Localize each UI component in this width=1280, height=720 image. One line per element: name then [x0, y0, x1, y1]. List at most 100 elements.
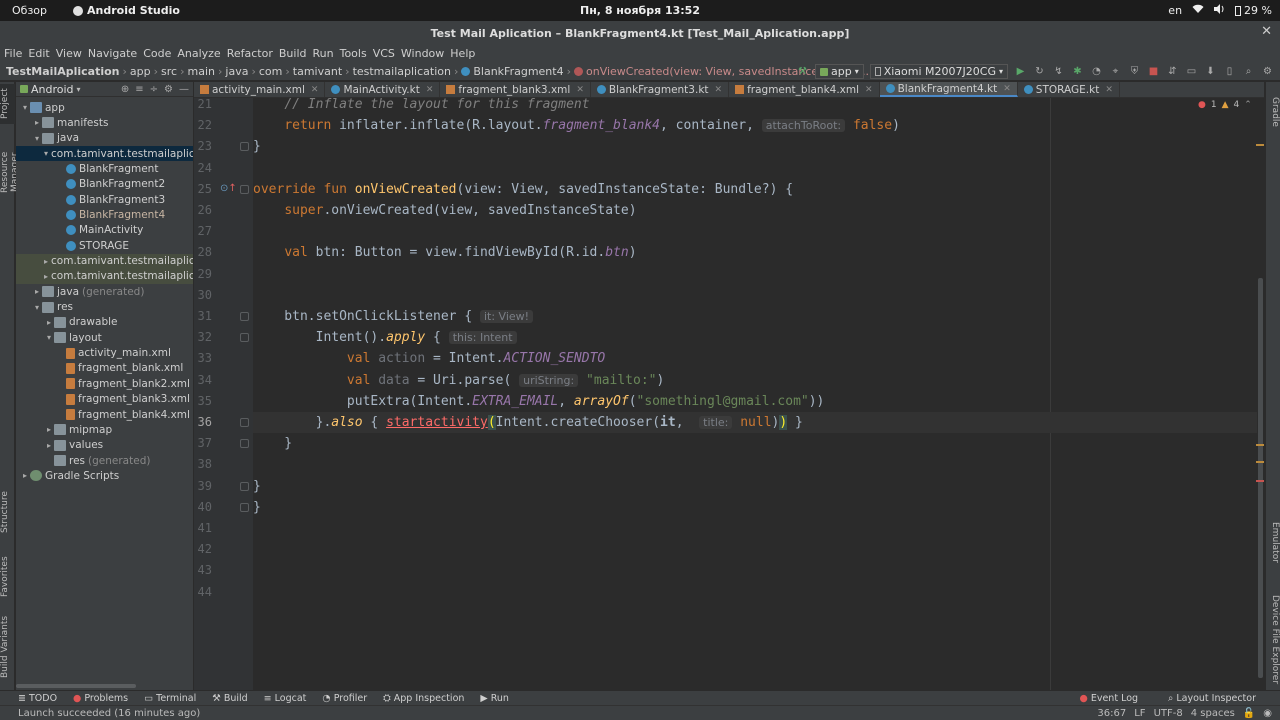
line-number[interactable]: 31 — [194, 306, 212, 327]
code-line[interactable]: } — [253, 136, 1257, 157]
emulator-side-tab[interactable]: Emulator — [1265, 512, 1280, 572]
problems-tool-button[interactable]: ● Problems — [73, 693, 128, 704]
chevron-right-icon[interactable]: ▸ — [20, 471, 30, 480]
status-message[interactable]: Launch succeeded (16 minutes ago) — [18, 708, 200, 719]
run-icon[interactable]: ▶ — [1014, 65, 1027, 78]
line-number[interactable]: 39 — [194, 476, 212, 497]
line-number[interactable]: 25 — [194, 179, 212, 200]
line-number[interactable]: 40 — [194, 497, 212, 518]
activities-overview-button[interactable]: Обзор — [0, 4, 59, 17]
tree-item[interactable]: BlankFragment4 — [16, 207, 193, 222]
code-line[interactable] — [253, 221, 1257, 242]
tree-item[interactable]: ▸ drawable — [16, 315, 193, 330]
file-encoding[interactable]: UTF-8 — [1154, 708, 1183, 719]
fold-marker[interactable] — [240, 481, 249, 491]
warning-stripe-mark[interactable] — [1256, 144, 1264, 146]
tree-item[interactable]: activity_main.xml — [16, 346, 193, 361]
chevron-down-icon[interactable]: ▾ — [32, 303, 42, 312]
line-number[interactable]: 34 — [194, 370, 212, 391]
tree-item[interactable]: ▾ app — [16, 100, 193, 115]
code-line[interactable]: } — [253, 433, 1257, 454]
sync-icon[interactable]: ⇵ — [1166, 65, 1179, 78]
menu-tools[interactable]: Tools — [340, 47, 367, 60]
stop-icon[interactable]: ■ — [1147, 65, 1160, 78]
chevron-right-icon[interactable]: ▸ — [44, 425, 54, 434]
menu-window[interactable]: Window — [401, 47, 444, 60]
locate-file-icon[interactable]: ⊕ — [121, 84, 129, 95]
breadcrumb-item[interactable]: app — [130, 65, 151, 78]
fold-marker[interactable] — [240, 502, 249, 512]
line-number[interactable]: 33 — [194, 348, 212, 369]
line-number[interactable]: 37 — [194, 433, 212, 454]
line-number[interactable]: 32 — [194, 327, 212, 348]
todo-tool-button[interactable]: ≣ TODO — [18, 693, 57, 704]
chevron-right-icon[interactable]: ▸ — [44, 257, 48, 266]
hammer-icon[interactable]: ⚒ — [796, 65, 809, 78]
line-number[interactable]: 27 — [194, 221, 212, 242]
device-dropdown[interactable]: Xiaomi M2007J20CG ▾ — [869, 64, 1008, 79]
code-line[interactable]: putExtra(Intent.EXTRA_EMAIL, arrayOf("so… — [253, 391, 1257, 412]
line-number[interactable]: 22 — [194, 115, 212, 136]
breadcrumb-item[interactable]: main — [188, 65, 215, 78]
settings-icon[interactable]: ⚙ — [164, 84, 173, 95]
resource-manager-side-tab[interactable]: Resource Manager — [0, 132, 20, 212]
code-line[interactable]: return inflater.inflate(R.layout.fragmen… — [253, 115, 1257, 136]
tree-item[interactable]: STORAGE — [16, 238, 193, 253]
line-number[interactable]: 44 — [194, 582, 212, 603]
close-tab-icon[interactable]: ✕ — [865, 85, 873, 95]
search-icon[interactable]: ⌕ — [1242, 65, 1255, 78]
collapse-all-icon[interactable]: ÷ — [150, 84, 158, 95]
breadcrumb-item[interactable]: BlankFragment4 — [473, 65, 563, 78]
build-variants-side-tab[interactable]: Build Variants — [0, 612, 15, 682]
menu-vcs[interactable]: VCS — [373, 47, 395, 60]
chevron-down-icon[interactable]: ▾ — [77, 85, 81, 94]
sdk-manager-icon[interactable]: ⬇ — [1204, 65, 1217, 78]
layout-inspector-button[interactable]: ⌕ Layout Inspector — [1168, 693, 1256, 704]
code-line[interactable]: } — [253, 476, 1257, 497]
project-view-dropdown[interactable]: Android — [31, 83, 74, 96]
avd-manager-icon[interactable]: ▭ — [1185, 65, 1198, 78]
chevron-down-icon[interactable]: ▾ — [32, 134, 42, 143]
profile-icon[interactable]: ◔ — [1090, 65, 1103, 78]
menu-analyze[interactable]: Analyze — [177, 47, 220, 60]
code-line[interactable]: override fun onViewCreated(view: View, s… — [253, 179, 1257, 200]
menu-build[interactable]: Build — [279, 47, 307, 60]
window-close-icon[interactable]: ✕ — [1261, 24, 1272, 39]
fold-marker[interactable] — [240, 439, 249, 449]
line-number[interactable]: 42 — [194, 539, 212, 560]
event-log-button[interactable]: ● Event Log — [1080, 693, 1139, 704]
build-tool-button[interactable]: ⚒ Build — [212, 693, 247, 704]
coverage-icon[interactable]: ⛨ — [1128, 65, 1141, 78]
structure-side-tab[interactable]: Structure — [0, 487, 15, 537]
chevron-up-icon[interactable]: ⌃ — [1244, 100, 1252, 110]
settings-icon[interactable]: ⚙ — [1261, 65, 1274, 78]
chevron-down-icon[interactable]: ▾ — [44, 333, 54, 342]
warning-stripe-mark[interactable] — [1256, 461, 1264, 463]
app-menu-button[interactable]: Android Studio — [59, 4, 180, 17]
tree-item[interactable]: ▸ com.tamivant.testmailaplica — [16, 253, 193, 269]
tree-item[interactable]: ▸ mipmap — [16, 422, 193, 437]
apply-changes-icon[interactable]: ↻ — [1033, 65, 1046, 78]
code-line[interactable] — [253, 454, 1257, 475]
tree-item[interactable]: fragment_blank3.xml — [16, 392, 193, 407]
line-number[interactable]: 30 — [194, 285, 212, 306]
code-line[interactable] — [253, 539, 1257, 560]
chevron-right-icon[interactable]: ▸ — [44, 318, 54, 327]
fold-marker[interactable] — [240, 333, 249, 343]
tree-item[interactable]: BlankFragment3 — [16, 192, 193, 207]
app-inspection-tool-button[interactable]: ⛭ App Inspection — [383, 693, 464, 704]
error-stripe-mark[interactable] — [1256, 480, 1264, 482]
menu-run[interactable]: Run — [313, 47, 334, 60]
line-number[interactable]: 21 — [194, 94, 212, 115]
keyboard-layout-indicator[interactable]: en — [1168, 4, 1182, 17]
run-tool-button[interactable]: ▶ Run — [480, 693, 509, 704]
battery-indicator[interactable]: 29 % — [1235, 4, 1272, 17]
scrollbar-thumb[interactable] — [1258, 278, 1263, 678]
menu-file[interactable]: File — [4, 47, 22, 60]
run-config-dropdown[interactable]: app ▾ — [814, 64, 864, 79]
terminal-tool-button[interactable]: ▭ Terminal — [144, 693, 196, 704]
chevron-right-icon[interactable]: ▸ — [44, 441, 54, 450]
caret-position[interactable]: 36:67 — [1097, 708, 1126, 719]
menu-navigate[interactable]: Navigate — [88, 47, 137, 60]
attach-debugger-icon[interactable]: ⌖ — [1109, 65, 1122, 78]
